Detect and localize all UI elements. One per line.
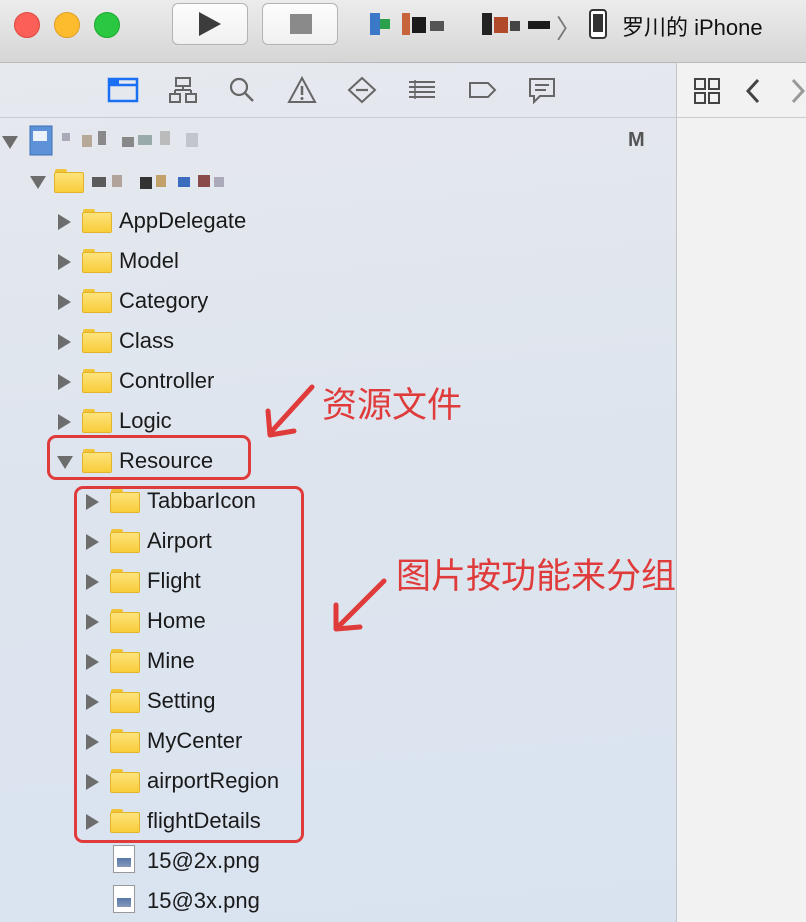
folder-label: Category [119,288,209,313]
folder-label: Controller [119,368,215,393]
disclosure-triangle-closed[interactable] [58,334,71,350]
folder-icon [54,169,84,193]
folder-label: Logic [119,408,172,433]
file-label: 15@3x.png [147,888,260,913]
folder-icon[interactable] [107,75,139,105]
disclosure-triangle-closed[interactable] [58,374,71,390]
window-toolbar: 〉 罗川的 iPhone [0,0,806,63]
search-icon[interactable] [226,75,258,105]
device-name[interactable]: 罗川的 iPhone [622,10,763,42]
folder-icon [82,409,112,433]
disclosure-triangle-closed[interactable] [58,214,71,230]
jump-bar [677,63,806,118]
resource-children-highlight-box [74,486,304,843]
close-window-button[interactable] [14,12,40,38]
diamond-icon[interactable] [346,75,378,105]
folder-icon [82,329,112,353]
png-file-icon [113,845,135,873]
grouping-annotation-text: 图片按功能来分组 [396,557,677,597]
chat-icon[interactable] [526,75,558,105]
stop-button[interactable] [262,3,338,45]
file-label: 15@2x.png [147,848,260,873]
source-control-status: M [628,129,645,151]
list-icon[interactable] [406,75,438,105]
tag-icon[interactable] [466,75,498,105]
folder-row[interactable]: Model [0,243,676,279]
folder-row[interactable]: AppDelegate [0,203,676,239]
folder-icon [82,369,112,393]
related-items-icon[interactable] [693,77,721,105]
editor-area [676,63,806,922]
hierarchy-icon[interactable] [167,75,199,105]
iphone-icon [589,9,607,39]
folder-row[interactable]: Category [0,283,676,319]
png-file-icon [113,885,135,913]
annotation-arrow [333,578,387,632]
disclosure-triangle-closed[interactable] [58,254,71,270]
disclosure-triangle-closed[interactable] [58,294,71,310]
disclosure-triangle-open[interactable] [30,176,46,189]
folder-icon [82,209,112,233]
navigator-tabs [0,63,676,118]
warning-icon[interactable] [286,75,318,105]
back-icon[interactable] [743,77,763,105]
folder-label: Class [119,328,175,353]
play-icon [199,12,221,36]
folder-icon [82,249,112,273]
breadcrumb-separator: 〉 [556,14,583,44]
folder-label: Model [119,248,179,273]
project-group-row[interactable] [0,163,676,199]
forward-icon[interactable] [789,77,806,105]
resource-annotation-text: 资源文件 [322,386,463,426]
zoom-window-button[interactable] [94,12,120,38]
run-button[interactable] [172,3,248,45]
file-row[interactable]: 15@2x.png [0,843,676,879]
folder-row[interactable]: Class [0,323,676,359]
folder-icon [82,289,112,313]
disclosure-triangle-closed[interactable] [58,414,71,430]
project-navigator: M AppDelegate Model Category Class Contr… [0,63,676,922]
resource-highlight-box [47,435,251,480]
file-row[interactable]: 15@3x.png [0,883,676,919]
folder-label: AppDelegate [119,208,247,233]
xcode-project-icon [29,125,53,156]
disclosure-triangle-open[interactable] [2,136,18,149]
stop-icon [290,14,312,34]
project-root-row[interactable]: M [0,123,676,159]
minimize-window-button[interactable] [54,12,80,38]
annotation-arrow [265,384,315,438]
